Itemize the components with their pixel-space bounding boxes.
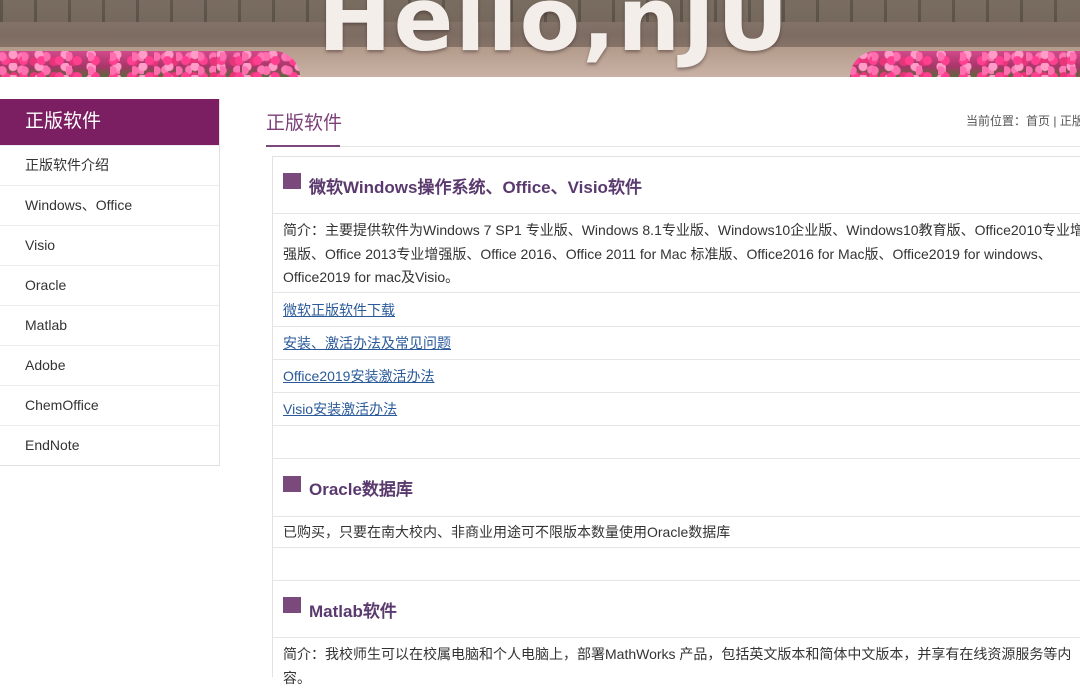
sidebar: 正版软件 正版软件介绍 Windows、Office Visio Oracle … [0, 99, 220, 466]
section-title-oracle: Oracle数据库 [309, 480, 413, 499]
title-underline [266, 145, 340, 147]
header-banner: Hello,nJU [0, 0, 1080, 77]
sidebar-item-matlab[interactable]: Matlab [0, 305, 219, 345]
link-row-3: Office2019安装激活办法 [273, 360, 1080, 393]
section-desc-oracle: 已购买，只要在南大校内、非商业用途可不限版本数量使用Oracle数据库 [283, 524, 731, 540]
section-header-oracle: Oracle数据库 [273, 459, 1080, 517]
section-desc-microsoft: 简介：主要提供软件为Windows 7 SP1 专业版、Windows 8.1专… [283, 222, 1080, 285]
sidebar-title: 正版软件 [0, 99, 219, 145]
section-square-icon [283, 475, 301, 492]
title-divider [340, 146, 1080, 147]
sidebar-item-windows-office[interactable]: Windows、Office [0, 185, 219, 225]
section-square-icon [283, 597, 301, 613]
spacer-row-1 [273, 426, 1080, 459]
sidebar-item-oracle[interactable]: Oracle [0, 265, 219, 305]
link-visio-activation[interactable]: Visio安装激活办法 [283, 401, 397, 417]
link-row-2: 安装、激活办法及常见问题 [273, 327, 1080, 360]
link-office2019-activation[interactable]: Office2019安装激活办法 [283, 368, 434, 384]
sidebar-item-endnote[interactable]: EndNote [0, 425, 219, 465]
banner-flowerbed-left [0, 51, 300, 77]
banner-logo-text: Hello,nJU [318, 0, 791, 71]
breadcrumb-current-link[interactable]: 正版软件 [1060, 114, 1080, 128]
link-install-activation-faq[interactable]: 安装、激活办法及常见问题 [283, 335, 451, 351]
section-header-matlab: Matlab软件 [273, 581, 1080, 638]
breadcrumb: 当前位置：首页 | 正版软件 [966, 112, 1080, 129]
breadcrumb-prefix: 当前位置： [966, 114, 1027, 128]
spacer-row-2 [273, 549, 1080, 581]
sidebar-item-adobe[interactable]: Adobe [0, 345, 219, 385]
section-desc-microsoft-row: 简介：主要提供软件为Windows 7 SP1 专业版、Windows 8.1专… [273, 214, 1080, 293]
section-desc-oracle-row: 已购买，只要在南大校内、非商业用途可不限版本数量使用Oracle数据库 [273, 517, 1080, 548]
content-panel: 微软Windows操作系统、Office、Visio软件 简介：主要提供软件为W… [272, 156, 1080, 686]
breadcrumb-separator: | [1050, 114, 1060, 128]
link-ms-software-download[interactable]: 微软正版软件下载 [283, 302, 395, 318]
section-title-microsoft: 微软Windows操作系统、Office、Visio软件 [309, 177, 642, 197]
page-title: 正版软件 [266, 113, 343, 134]
link-row-4: Visio安装激活办法 [273, 393, 1080, 426]
sidebar-item-software-intro[interactable]: 正版软件介绍 [0, 145, 219, 185]
breadcrumb-home-link[interactable]: 首页 [1026, 114, 1050, 128]
section-header-microsoft: 微软Windows操作系统、Office、Visio软件 [273, 157, 1080, 214]
sidebar-item-visio[interactable]: Visio [0, 225, 219, 265]
section-title-matlab: Matlab软件 [309, 601, 397, 621]
sidebar-item-chemoffice[interactable]: ChemOffice [0, 385, 219, 425]
banner-flowerbed-right [850, 51, 1080, 77]
link-row-1: 微软正版软件下载 [273, 294, 1080, 327]
section-desc-matlab: 简介：我校师生可以在校属电脑和个人电脑上，部署MathWorks 产品，包括英文… [283, 646, 1072, 686]
section-desc-matlab-row: 简介：我校师生可以在校属电脑和个人电脑上，部署MathWorks 产品，包括英文… [273, 638, 1080, 686]
section-square-icon [283, 173, 301, 189]
